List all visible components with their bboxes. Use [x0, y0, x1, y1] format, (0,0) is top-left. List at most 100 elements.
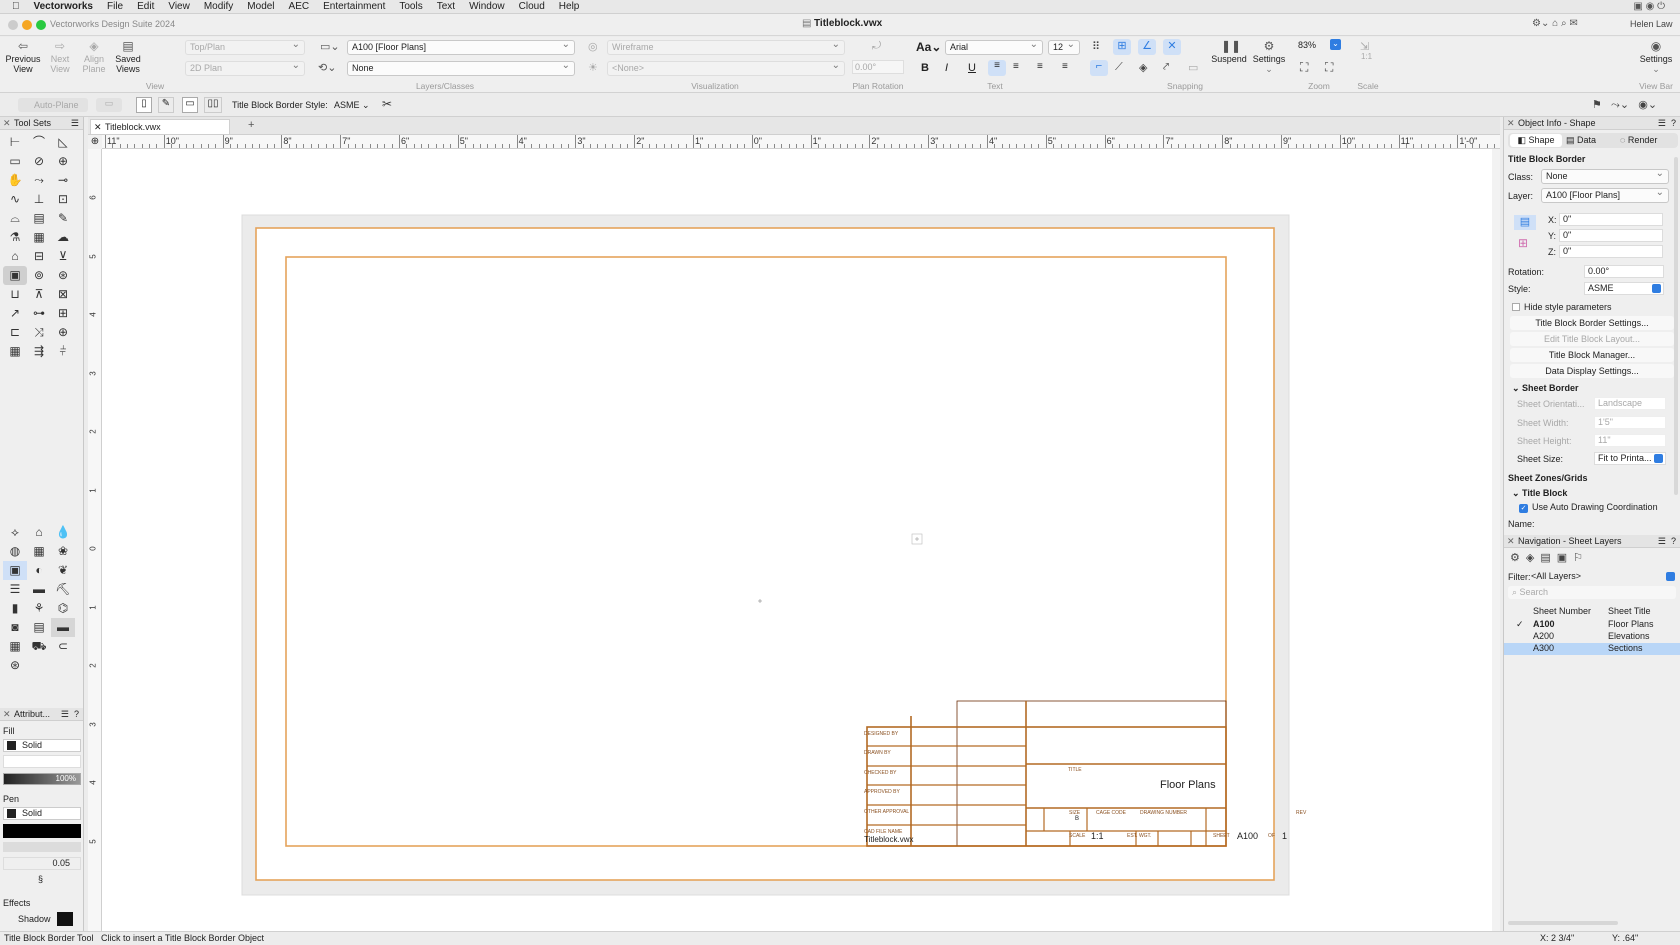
x-field[interactable]: 0": [1559, 213, 1663, 226]
viewport-tool-icon[interactable]: ⊚: [27, 266, 51, 285]
menu-window[interactable]: Window: [469, 1, 505, 12]
title-bar-icons[interactable]: ⚙⌄ ⌂ ⌕ ✉: [1532, 18, 1578, 29]
snap-grid-icon[interactable]: ⠿: [1092, 40, 1100, 53]
z-field[interactable]: 0": [1559, 245, 1663, 258]
tab-shape[interactable]: ◧ Shape: [1510, 134, 1562, 147]
object-info-scrollbar[interactable]: [1674, 157, 1678, 495]
position-border-icon[interactable]: ▤: [1514, 215, 1536, 230]
class-icon[interactable]: ⟲⌄: [318, 61, 336, 74]
position-grid-icon[interactable]: ⊞: [1518, 236, 1528, 250]
menu-icon[interactable]: ☰: [1658, 535, 1666, 548]
zoom-window-button[interactable]: [36, 20, 46, 30]
plan-rotation-icon[interactable]: ⤾: [872, 40, 881, 53]
title-block-border-settings-button[interactable]: Title Block Border Settings...: [1510, 316, 1674, 330]
title-block-manager-button[interactable]: Title Block Manager...: [1510, 348, 1674, 362]
insert-mode-button[interactable]: ▯: [136, 97, 152, 113]
line-type-icon[interactable]: §: [38, 874, 43, 884]
previous-view-button[interactable]: ⇦ Previous View: [4, 40, 42, 75]
close-icon[interactable]: ✕: [3, 117, 11, 130]
pen-color-swatch[interactable]: [3, 824, 81, 838]
elevation-tool-icon[interactable]: ⊼: [27, 285, 51, 304]
filter-select[interactable]: <All Layers>: [1531, 570, 1677, 583]
orientation-field[interactable]: Landscape: [1594, 397, 1666, 410]
landscape-set-icon[interactable]: ❀: [51, 542, 75, 561]
building-set-icon[interactable]: ⌂: [27, 523, 51, 542]
close-window-button[interactable]: [8, 20, 18, 30]
border-mode-button[interactable]: ▭: [182, 97, 198, 113]
detail-set-icon[interactable]: ☰: [3, 580, 27, 599]
hand-tool-icon[interactable]: ✋: [3, 171, 27, 190]
horizontal-ruler[interactable]: 11" 10" 9" 8" 7" 6" 5" 4" 3" 2" 1" 0" 1" 2" 3" 4" 5" 6" 7"…: [102, 135, 1500, 149]
connector-tool-icon[interactable]: ⇶: [27, 342, 51, 361]
plane-select[interactable]: 2D Plan: [185, 61, 305, 76]
rectangle-tool-icon[interactable]: ▭: [3, 152, 27, 171]
help-icon[interactable]: ?: [1671, 117, 1676, 130]
class-select[interactable]: None: [347, 61, 575, 76]
menu-edit[interactable]: Edit: [137, 1, 154, 12]
sheet-row[interactable]: ✓ A100 Floor Plans: [1504, 619, 1680, 631]
spaces-set-icon[interactable]: ⚘: [27, 599, 51, 618]
underline-button[interactable]: U: [968, 62, 976, 74]
camera-set-icon[interactable]: ◙: [3, 618, 27, 637]
sheet-border-section[interactable]: ⌄ Sheet Border: [1512, 383, 1579, 394]
water-set-icon[interactable]: 💧: [51, 523, 75, 542]
vertical-scrollbar[interactable]: [1492, 149, 1500, 931]
zoom-dropdown[interactable]: ⌄: [1330, 39, 1341, 50]
snap-object-icon[interactable]: ⊞: [1113, 39, 1131, 55]
visual-set-icon[interactable]: ◐: [27, 561, 51, 580]
line-weight-select[interactable]: 0.05: [3, 857, 81, 870]
rotate-tool-icon[interactable]: ⊛: [51, 266, 75, 285]
vertical-ruler[interactable]: 6 5 4 3 2 1 0 1 2 3 4 5: [88, 149, 102, 931]
basic-set-icon[interactable]: ⟡: [3, 523, 27, 542]
pencil-tool-icon[interactable]: ✎: [51, 209, 75, 228]
pen-opacity-slider[interactable]: [3, 842, 81, 852]
sheet-size-field[interactable]: Fit to Printa...: [1594, 452, 1666, 465]
light-select[interactable]: <None>: [607, 61, 845, 76]
sheet-row[interactable]: A300 Sections: [1504, 643, 1680, 655]
close-icon[interactable]: ✕: [1507, 535, 1515, 548]
menu-text[interactable]: Text: [437, 1, 455, 12]
apple-icon[interactable]: : [12, 1, 20, 12]
document-tab[interactable]: ✕ Titleblock.vwx: [90, 119, 230, 134]
menu-aec[interactable]: AEC: [289, 1, 310, 12]
data-display-settings-button[interactable]: Data Display Settings...: [1510, 364, 1674, 378]
dual-border-mode-button[interactable]: ▯▯: [204, 97, 222, 113]
locus-tool-icon[interactable]: ⊸: [51, 171, 75, 190]
menu-icon[interactable]: ☰: [71, 117, 79, 130]
close-icon[interactable]: ✕: [3, 708, 11, 721]
layer-icon[interactable]: ▭⌄: [320, 40, 340, 53]
suspend-button[interactable]: ❚❚ Suspend: [1210, 40, 1248, 65]
scale-value[interactable]: 1:1: [1361, 52, 1372, 61]
snap-point-icon[interactable]: ◈: [1139, 61, 1147, 74]
machine-set-icon[interactable]: ⛏: [51, 580, 75, 599]
menu-icon[interactable]: ☰: [1658, 117, 1666, 130]
sheet-row[interactable]: A200 Elevations: [1504, 631, 1680, 643]
stair-tool-icon[interactable]: ⊔: [3, 285, 27, 304]
misc-set-icon[interactable]: ⊛: [3, 656, 27, 675]
layer-field[interactable]: A100 [Floor Plans]: [1541, 188, 1669, 203]
auto-plane-toggle[interactable]: Auto-Plane: [18, 98, 88, 112]
detail-tool-icon[interactable]: ⊞: [51, 304, 75, 323]
triangle-tool-icon[interactable]: ◺: [51, 133, 75, 152]
cloud-tool-icon[interactable]: ☁: [51, 228, 75, 247]
dims-set-icon[interactable]: ▣: [3, 561, 27, 580]
drawing-canvas[interactable]: [102, 149, 1500, 931]
align-right-button[interactable]: ≡: [1037, 61, 1043, 72]
navigation-scrollbar[interactable]: [1508, 921, 1618, 925]
render-mode-select[interactable]: Wireframe: [607, 40, 845, 55]
align-center-button[interactable]: ≡: [1013, 61, 1019, 72]
new-tab-button[interactable]: +: [248, 119, 254, 131]
fit-to-objects-icon[interactable]: ⛶: [1325, 60, 1333, 75]
freehand-tool-icon[interactable]: ∿: [3, 190, 27, 209]
layer-search-input[interactable]: ⌕ Search: [1508, 586, 1676, 599]
menu-icon[interactable]: ☰: [61, 708, 69, 721]
sheet-title-column[interactable]: Sheet Title: [1608, 606, 1651, 616]
render-mode-icon[interactable]: ◎: [588, 40, 598, 53]
title-block-section[interactable]: ⌄ Title Block: [1512, 488, 1567, 499]
snap-intersection-icon[interactable]: ✕: [1163, 39, 1181, 55]
y-field[interactable]: 0": [1559, 229, 1663, 242]
tab-render[interactable]: ◌ Render: [1620, 134, 1657, 147]
stamp-tool-icon[interactable]: ⊡: [51, 190, 75, 209]
italic-button[interactable]: I: [945, 62, 948, 74]
saved-views-button[interactable]: ▤ Saved Views: [112, 40, 144, 75]
